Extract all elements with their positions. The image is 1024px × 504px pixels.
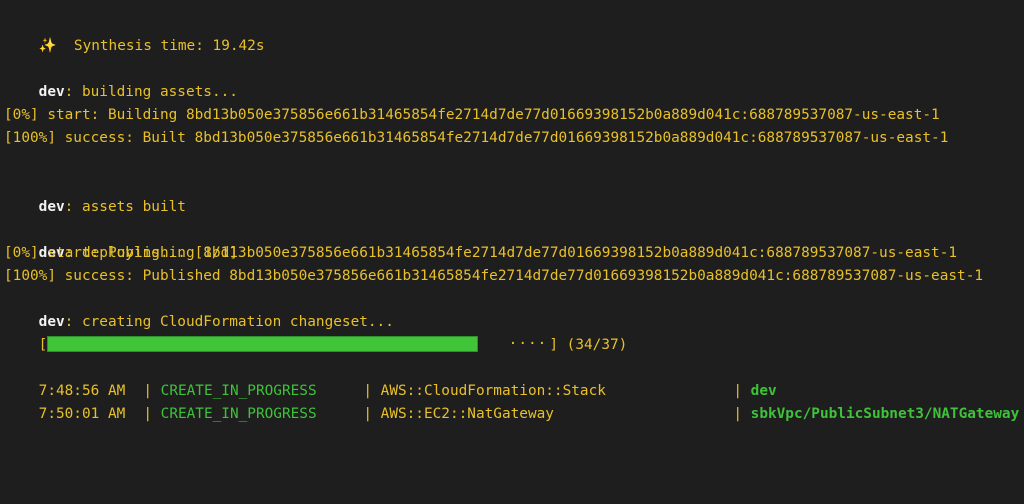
- building-assets-line: dev: building assets...: [4, 58, 238, 100]
- event-logical-id: sbkVpc/PublicSubnet3/NATGateway: [750, 406, 1020, 422]
- publish-success-line: [100%] success: Published 8bd13b050e3758…: [4, 268, 984, 284]
- stack-name: dev: [38, 84, 65, 100]
- stack-name: dev: [38, 199, 65, 215]
- sparkles-icon: ✨: [38, 38, 57, 54]
- progress-bar-fill: [47, 336, 479, 352]
- progress-open-bracket: [: [38, 337, 48, 353]
- publish-start-line: [0%] start: Publishing 8bd13b050e375856e…: [4, 245, 958, 261]
- building-assets-msg: : building assets...: [64, 84, 238, 100]
- changeset-line: dev: creating CloudFormation changeset..…: [4, 288, 394, 330]
- event-row: 7:50:01 AM | CREATE_IN_PROGRESS | AWS::E…: [4, 380, 1020, 422]
- synthesis-line: ✨ Synthesis time: 19.42s: [4, 12, 265, 54]
- event-separator: |: [134, 406, 161, 422]
- terminal-window: ✨ Synthesis time: 19.42s dev: building a…: [0, 0, 1024, 504]
- assets-built-line: dev: assets built: [4, 173, 186, 215]
- deploying-line: dev: deploying... [1/1]: [4, 219, 238, 261]
- synthesis-time-text: Synthesis time: 19.42s: [73, 38, 265, 54]
- progress-close-bracket: ]: [549, 337, 558, 353]
- progress-line: [ ····] (34/37): [4, 311, 627, 353]
- event-time: 7:50:01 AM: [38, 406, 126, 422]
- event-status: CREATE_IN_PROGRESS: [160, 406, 317, 422]
- event-separator: |: [724, 406, 751, 422]
- event-row: 7:48:56 AM | CREATE_IN_PROGRESS | AWS::C…: [4, 357, 777, 399]
- assets-built-msg: : assets built: [64, 199, 186, 215]
- event-resource-type: AWS::EC2::NatGateway: [380, 406, 554, 422]
- progress-bar: ····: [47, 336, 549, 352]
- progress-bar-remaining: ····: [508, 336, 548, 352]
- build-success-line: [100%] success: Built 8bd13b050e375856e6…: [4, 130, 949, 146]
- build-start-line: [0%] start: Building 8bd13b050e375856e66…: [4, 107, 940, 123]
- event-separator: |: [354, 406, 381, 422]
- progress-count: (34/37): [566, 337, 628, 353]
